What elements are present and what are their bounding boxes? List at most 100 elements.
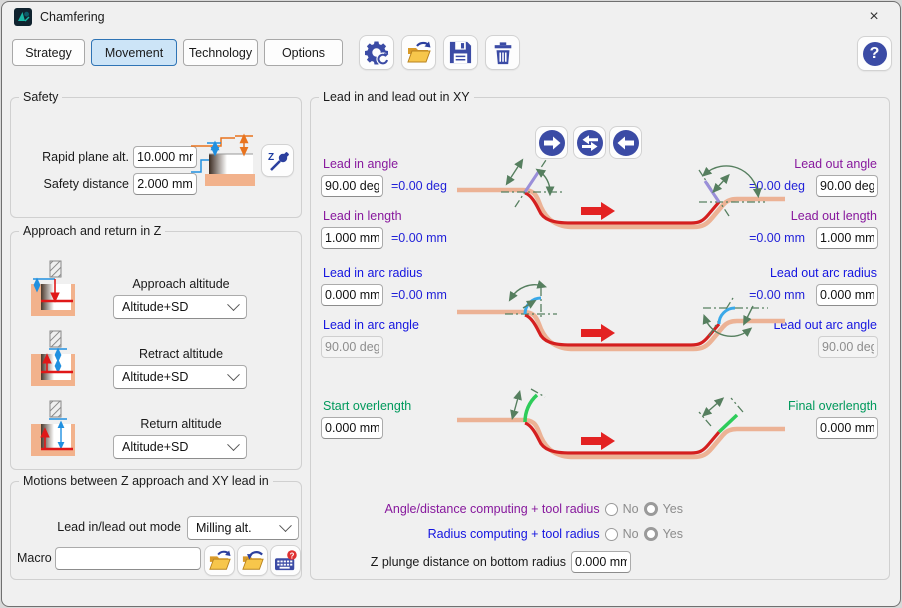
- lead-in-angle-label: Lead in angle: [323, 157, 398, 171]
- lead-mode-select[interactable]: Milling alt.: [187, 516, 299, 540]
- title-bar: Chamfering ×: [2, 2, 900, 32]
- radius-computing-no-label: No: [623, 527, 639, 541]
- radius-computing-yes-radio[interactable]: [644, 527, 658, 541]
- safety-diagram: [191, 132, 257, 198]
- start-overlength-label: Start overlength: [323, 399, 411, 413]
- lead-mode-label: Lead in/lead out mode: [21, 520, 181, 534]
- macro-input[interactable]: [55, 547, 201, 570]
- tab-technology[interactable]: Technology: [183, 39, 258, 66]
- retract-altitude-select[interactable]: Altitude+SD: [113, 365, 247, 389]
- tab-bar: Strategy Movement Technology Options: [12, 39, 343, 66]
- open-folder-icon: [406, 41, 432, 65]
- lead-out-length-label: Lead out length: [791, 209, 877, 223]
- approach-altitude-value: Altitude+SD: [122, 300, 188, 314]
- lead-in-length-computed: =0.00 mm: [391, 231, 447, 245]
- approach-return-group: Approach and return in Z Approach altitu…: [10, 224, 302, 470]
- lead-in-angle-input[interactable]: [321, 175, 383, 197]
- trash-icon: [491, 41, 515, 65]
- lead-mode-value: Milling alt.: [196, 521, 252, 535]
- lead-in-arc-radius-label: Lead in arc radius: [323, 266, 422, 280]
- lead-out-angle-label: Lead out angle: [794, 157, 877, 171]
- angle-computing-no-label: No: [623, 502, 639, 516]
- radius-computing-label: Radius computing + tool radius: [428, 527, 600, 541]
- tab-strategy[interactable]: Strategy: [12, 39, 85, 66]
- chevron-down-icon: [227, 368, 240, 381]
- safety-group: Safety Rapid plane alt. Safety distance …: [10, 90, 302, 218]
- save-button[interactable]: [443, 35, 478, 70]
- direction-left-button[interactable]: [609, 126, 642, 159]
- retract-altitude-icon: [25, 330, 81, 392]
- z-picker-icon: Z: [266, 149, 290, 173]
- gear-refresh-icon: [364, 40, 390, 66]
- approach-altitude-icon: [25, 260, 81, 322]
- final-overlength-input[interactable]: [816, 417, 878, 439]
- lead-in-out-title: Lead in and lead out in XY: [319, 90, 474, 104]
- rapid-plane-label: Rapid plane alt.: [17, 150, 129, 164]
- save-icon: [448, 40, 473, 65]
- lead-out-angle-input[interactable]: [816, 175, 878, 197]
- approach-return-title: Approach and return in Z: [19, 224, 165, 238]
- retract-altitude-label: Retract altitude: [111, 347, 251, 361]
- direction-both-button[interactable]: [573, 126, 606, 159]
- lead-in-length-label: Lead in length: [323, 209, 402, 223]
- angle-computing-label: Angle/distance computing + tool radius: [385, 502, 600, 516]
- window-title: Chamfering: [40, 10, 105, 24]
- motions-group-title: Motions between Z approach and XY lead i…: [19, 474, 273, 488]
- lead-in-length-input[interactable]: [321, 227, 383, 249]
- safety-distance-input[interactable]: [133, 173, 197, 195]
- direction-right-button[interactable]: [535, 126, 568, 159]
- overlength-diagram: [453, 386, 803, 486]
- macro-label: Macro: [17, 551, 52, 565]
- arrow-both-icon: [577, 130, 603, 156]
- lead-in-arc-radius-computed: =0.00 mm: [391, 288, 447, 302]
- svg-text:Z: Z: [268, 152, 274, 163]
- lead-arc-diagram: [453, 278, 803, 378]
- delete-button[interactable]: [485, 35, 520, 70]
- svg-text:?: ?: [289, 551, 294, 560]
- motions-group: Motions between Z approach and XY lead i…: [10, 474, 302, 580]
- macro-keyboard-button[interactable]: ?: [270, 545, 301, 576]
- help-icon: ?: [863, 42, 887, 66]
- lead-out-arc-angle-input: [818, 336, 878, 358]
- keyboard-question-icon: ?: [274, 550, 298, 572]
- macro-open-button[interactable]: [204, 545, 235, 576]
- close-icon[interactable]: ×: [858, 5, 890, 29]
- lead-in-arc-radius-input[interactable]: [321, 284, 383, 306]
- angle-computing-yes-radio[interactable]: [644, 502, 658, 516]
- start-overlength-input[interactable]: [321, 417, 383, 439]
- lead-in-angle-computed: =0.00 deg: [391, 179, 447, 193]
- return-altitude-label: Return altitude: [111, 417, 251, 431]
- rapid-plane-input[interactable]: [133, 146, 197, 168]
- lead-in-arc-angle-label: Lead in arc angle: [323, 318, 419, 332]
- macro-import-button[interactable]: [237, 545, 268, 576]
- tab-movement[interactable]: Movement: [91, 39, 177, 66]
- radius-computing-yes-label: Yes: [663, 527, 683, 541]
- chevron-down-icon: [227, 438, 240, 451]
- safety-group-title: Safety: [19, 90, 62, 104]
- pick-z-button[interactable]: Z: [261, 144, 294, 177]
- angle-computing-yes-label: Yes: [663, 502, 683, 516]
- lead-out-arc-radius-input[interactable]: [816, 284, 878, 306]
- open-file-button[interactable]: [401, 35, 436, 70]
- help-button[interactable]: ?: [857, 36, 892, 71]
- radius-computing-row: Radius computing + tool radius No Yes: [323, 527, 683, 541]
- return-altitude-icon: [25, 400, 81, 462]
- app-icon: [14, 8, 32, 26]
- lead-out-length-input[interactable]: [816, 227, 878, 249]
- open-folder-icon: [208, 550, 232, 572]
- tab-options[interactable]: Options: [264, 39, 343, 66]
- arrow-right-icon: [539, 130, 565, 156]
- lead-in-arc-angle-input: [321, 336, 383, 358]
- angle-computing-no-radio[interactable]: [605, 503, 618, 516]
- approach-altitude-select[interactable]: Altitude+SD: [113, 295, 247, 319]
- return-altitude-select[interactable]: Altitude+SD: [113, 435, 247, 459]
- z-plunge-row: Z plunge distance on bottom radius: [323, 551, 631, 573]
- return-altitude-value: Altitude+SD: [122, 440, 188, 454]
- arrow-left-icon: [613, 130, 639, 156]
- lead-in-out-group: Lead in and lead out in XY Lead in angle…: [310, 90, 890, 580]
- z-plunge-input[interactable]: [571, 551, 631, 573]
- radius-computing-no-radio[interactable]: [605, 528, 618, 541]
- apply-settings-button[interactable]: [359, 35, 394, 70]
- folder-arrow-icon: [241, 550, 265, 572]
- lead-angle-diagram: [453, 156, 803, 256]
